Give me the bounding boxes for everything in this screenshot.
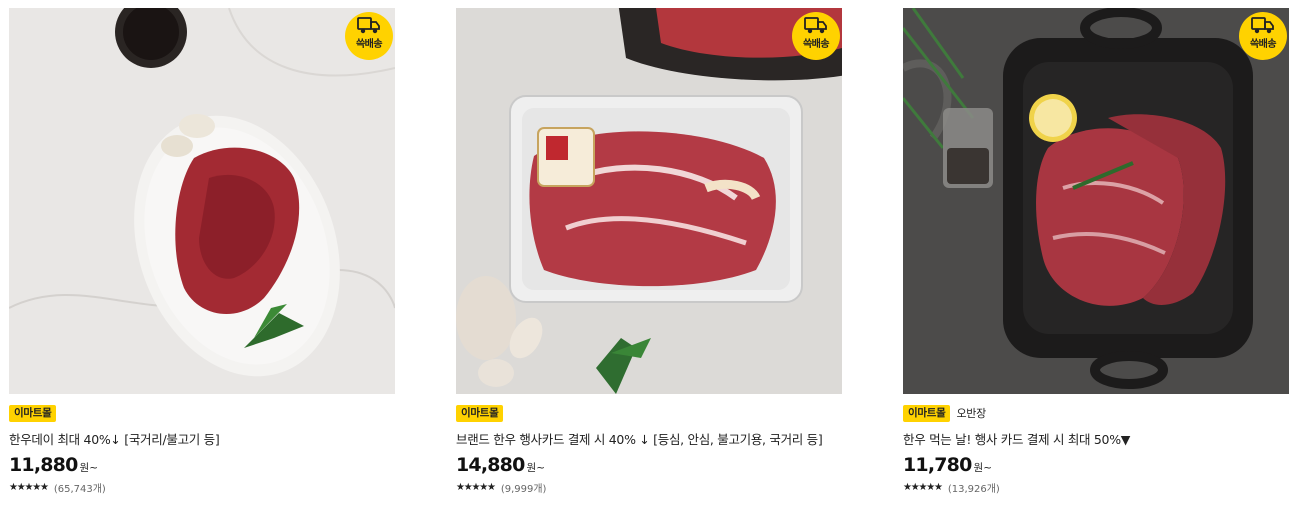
product-photo-beef-packaged [456, 8, 842, 394]
store-tag: 이마트몰 [903, 404, 951, 422]
star-rating-icon: ★★★★★ [9, 482, 49, 493]
product-title[interactable]: 브랜드 한우 행사카드 결제 시 40% ↓ [등심, 안심, 불고기용, 국거… [456, 429, 843, 447]
product-photo-beef-steak-grill [903, 8, 1289, 394]
store-row: 이마트몰 [9, 404, 396, 422]
truck-icon [1251, 17, 1274, 34]
truck-icon [357, 17, 380, 34]
star-rating-icon: ★★★★★ [903, 482, 943, 493]
store-row: 이마트몰 오반장 [903, 404, 1290, 422]
price-unit: 원~ [973, 462, 992, 474]
brand-name[interactable]: 오반장 [956, 405, 986, 421]
ssg-delivery-badge: 쓱배송 [1239, 12, 1287, 60]
product-meta: 이마트몰 오반장 한우 먹는 날! 행사 카드 결제 시 최대 50%▼ 11,… [903, 394, 1290, 495]
price-unit: 원~ [526, 462, 545, 474]
rating-row: ★★★★★ (9,999개) [456, 480, 843, 495]
product-card[interactable]: 쓱배송 이마트몰 오반장 한우 먹는 날! 행사 카드 결제 시 최대 50%▼… [903, 8, 1290, 495]
price-unit: 원~ [79, 462, 98, 474]
rating-row: ★★★★★ (13,926개) [903, 480, 1290, 495]
ssg-delivery-label: 쓱배송 [802, 39, 830, 50]
product-image[interactable]: 쓱배송 [9, 8, 395, 394]
product-image[interactable]: 쓱배송 [903, 8, 1289, 394]
store-tag: 이마트몰 [456, 404, 504, 422]
product-title[interactable]: 한우 먹는 날! 행사 카드 결제 시 최대 50%▼ [903, 429, 1290, 447]
store-row: 이마트몰 [456, 404, 843, 422]
product-image[interactable]: 쓱배송 [456, 8, 842, 394]
rating-row: ★★★★★ (65,743개) [9, 480, 396, 495]
review-count: (65,743개) [53, 484, 106, 495]
review-count: (13,926개) [947, 484, 1000, 495]
truck-icon [804, 17, 827, 34]
review-count: (9,999개) [500, 484, 547, 495]
price-row: 11,780 원~ [903, 454, 1290, 476]
product-card[interactable]: 쓱배송 이마트몰 브랜드 한우 행사카드 결제 시 40% ↓ [등심, 안심,… [456, 8, 843, 495]
product-meta: 이마트몰 브랜드 한우 행사카드 결제 시 40% ↓ [등심, 안심, 불고기… [456, 394, 843, 495]
product-price: 14,880 [456, 454, 525, 476]
ssg-delivery-badge: 쓱배송 [345, 12, 393, 60]
store-tag: 이마트몰 [9, 404, 57, 422]
product-title[interactable]: 한우데이 최대 40%↓ [국거리/불고기 등] [9, 429, 396, 447]
product-grid: 쓱배송 이마트몰 한우데이 최대 40%↓ [국거리/불고기 등] 11,880… [0, 0, 1297, 507]
price-row: 11,880 원~ [9, 454, 396, 476]
product-price: 11,780 [903, 454, 972, 476]
price-row: 14,880 원~ [456, 454, 843, 476]
product-meta: 이마트몰 한우데이 최대 40%↓ [국거리/불고기 등] 11,880 원~ … [9, 394, 396, 495]
ssg-delivery-label: 쓱배송 [1249, 39, 1277, 50]
product-price: 11,880 [9, 454, 78, 476]
ssg-delivery-label: 쓱배송 [355, 39, 383, 50]
product-photo-beef-bulgogi [9, 8, 395, 394]
ssg-delivery-badge: 쓱배송 [792, 12, 840, 60]
product-card[interactable]: 쓱배송 이마트몰 한우데이 최대 40%↓ [국거리/불고기 등] 11,880… [9, 8, 396, 495]
star-rating-icon: ★★★★★ [456, 482, 496, 493]
